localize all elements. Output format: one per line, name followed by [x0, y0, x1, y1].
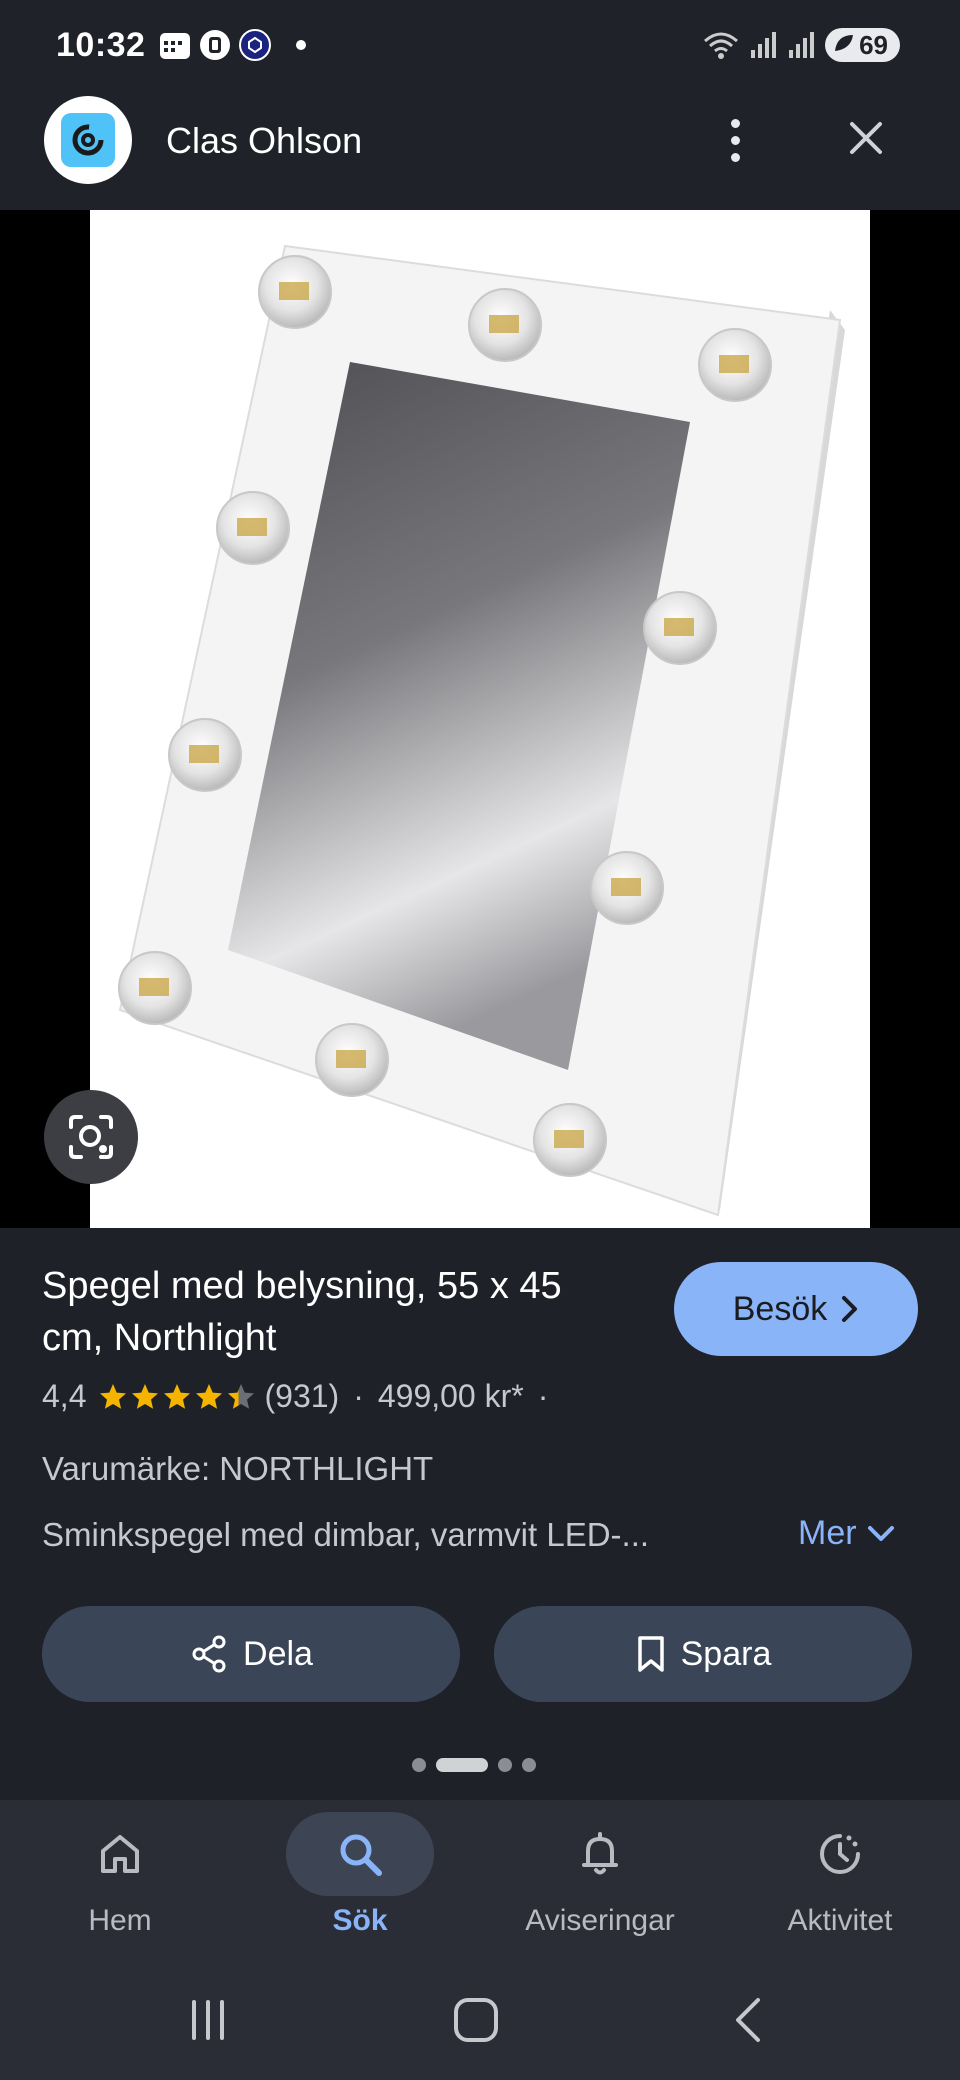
calendar-icon	[158, 28, 192, 62]
signal-icon-2	[789, 32, 815, 58]
status-bar: 10:32 69	[0, 0, 960, 92]
system-navigation-bar	[0, 1960, 960, 2080]
battery-level: 69	[859, 30, 888, 60]
recents-icon	[192, 2000, 224, 2040]
signal-icon	[751, 32, 777, 58]
product-info: Spegel med belysning, 55 x 45 cm, Northl…	[0, 1228, 960, 1800]
share-icon	[192, 1635, 226, 1673]
rating-row: 4,4 (931) · 499,00 kr* ·	[42, 1378, 562, 1415]
price: 499,00 kr*	[377, 1378, 524, 1414]
chevron-down-icon	[867, 1525, 894, 1541]
status-notification-icons	[158, 28, 306, 62]
status-clock: 10:32	[56, 26, 146, 64]
rating-value: 4,4	[42, 1378, 87, 1414]
lens-search-button[interactable]	[44, 1090, 138, 1184]
nav-item-notifications[interactable]: Aviseringar	[500, 1812, 700, 1952]
nav-label-search: Sök	[332, 1904, 388, 1937]
more-button[interactable]: Mer	[798, 1514, 895, 1553]
nav-label-home: Hem	[88, 1904, 152, 1937]
star-icon	[228, 1383, 255, 1409]
star-icon	[196, 1383, 223, 1409]
watch-icon	[198, 28, 232, 62]
save-button[interactable]: Spara	[494, 1606, 912, 1702]
review-count: (931)	[264, 1378, 340, 1414]
save-label: Spara	[680, 1634, 772, 1673]
nav-icon-wrap-search	[286, 1812, 434, 1896]
bell-icon	[582, 1832, 618, 1875]
visit-label: Besök	[732, 1289, 828, 1328]
nav-label-notifications: Aviseringar	[525, 1904, 675, 1937]
product-description: Sminkspegel med dimbar, varmvit LED-...	[42, 1516, 650, 1553]
battery-indicator: 69	[825, 28, 900, 62]
product-image-area	[0, 210, 960, 1228]
wifi-icon	[704, 32, 739, 59]
site-title: Clas Ohlson	[166, 120, 363, 161]
clas-ohlson-logo-icon	[61, 113, 115, 167]
vpn-shield-icon	[238, 28, 272, 62]
home-system-button[interactable]	[436, 1988, 516, 2052]
nav-icon-wrap-home	[46, 1812, 194, 1896]
rating-stars	[98, 1382, 256, 1412]
app-header: Clas Ohlson	[0, 92, 960, 210]
separator-dot-2: ·	[537, 1378, 549, 1414]
back-chevron-icon	[736, 1998, 760, 2042]
star-icon	[132, 1383, 159, 1409]
pager-dot	[522, 1758, 536, 1772]
search-icon	[340, 1834, 382, 1876]
bookmark-icon	[637, 1636, 664, 1672]
nav-item-home[interactable]: Hem	[20, 1812, 220, 1952]
image-pager	[412, 1758, 536, 1772]
star-icon	[100, 1383, 127, 1409]
pager-dot	[436, 1758, 488, 1772]
nav-item-activity[interactable]: Aktivitet	[740, 1812, 940, 1952]
leaf-icon	[835, 35, 854, 51]
visit-button[interactable]: Besök	[674, 1262, 918, 1356]
activity-icon	[820, 1834, 860, 1874]
nav-icon-wrap-activity	[766, 1812, 914, 1896]
back-button[interactable]	[708, 1988, 788, 2052]
more-options-icon[interactable]	[710, 112, 760, 168]
nav-item-search[interactable]: Sök	[260, 1812, 460, 1952]
status-system-icons: 69	[701, 28, 900, 62]
share-label: Dela	[243, 1634, 313, 1673]
product-title: Spegel med belysning, 55 x 45 cm, Northl…	[42, 1265, 562, 1359]
nav-icon-wrap-notifications	[526, 1812, 674, 1896]
more-notifications-dot	[296, 40, 306, 50]
pager-dot	[412, 1758, 426, 1772]
pager-dot	[498, 1758, 512, 1772]
bottom-navigation: Hem Sök Aviseringar Aktivitet	[0, 1800, 960, 1960]
star-icon	[164, 1383, 191, 1409]
separator-dot: ·	[353, 1378, 364, 1414]
more-label: Mer	[798, 1514, 857, 1552]
nav-label-activity: Aktivitet	[787, 1904, 893, 1937]
close-icon[interactable]	[838, 110, 894, 166]
product-image[interactable]	[90, 210, 870, 1228]
brand-line: Varumärke: NORTHLIGHT	[42, 1450, 434, 1487]
recent-apps-button[interactable]	[168, 1988, 248, 2052]
lens-icon	[69, 1115, 113, 1159]
share-button[interactable]: Dela	[42, 1606, 460, 1702]
home-icon	[101, 1835, 139, 1873]
site-logo	[44, 96, 132, 184]
chevron-right-icon	[842, 1296, 858, 1322]
home-square-icon	[454, 1998, 498, 2042]
